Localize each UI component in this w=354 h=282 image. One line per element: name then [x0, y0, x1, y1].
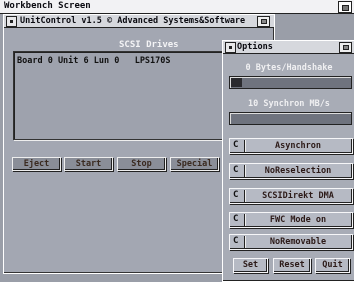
list-item[interactable]: Board 0 Unit 6 Lun 0 LPS170S: [17, 56, 171, 66]
window-title-bar[interactable]: UnitControl v1.5 © Advanced Systems&Soft…: [4, 15, 274, 28]
close-icon[interactable]: [6, 16, 17, 27]
handshake-slider-knob[interactable]: [231, 78, 242, 87]
reset-button[interactable]: Reset: [273, 258, 311, 273]
handshake-label: 0 Bytes/Handshake: [245, 63, 333, 73]
set-button[interactable]: Set: [233, 258, 268, 273]
cycle-label: FWC Mode on: [269, 215, 327, 225]
options-window: Options 0 Bytes/Handshake 10 Synchron MB…: [222, 40, 354, 282]
synchron-label: 10 Synchron MB/s: [248, 99, 330, 109]
cycle-icon: C: [233, 214, 239, 224]
options-depth-gadget-icon[interactable]: [339, 42, 352, 53]
screen-title-bar[interactable]: Workbench Screen: [0, 0, 354, 14]
cycle-label: Asynchron: [274, 141, 322, 151]
eject-button[interactable]: Eject: [12, 157, 61, 171]
synchron-slider[interactable]: [229, 112, 352, 125]
screen-depth-gadget-icon[interactable]: [338, 1, 352, 13]
screen-title: Workbench Screen: [4, 1, 91, 11]
handshake-slider[interactable]: [229, 76, 352, 89]
cycle-label: NoReselection: [264, 166, 332, 176]
reselection-cycle-gadget[interactable]: C NoReselection: [229, 163, 353, 179]
cycle-icon: C: [233, 165, 239, 175]
cycle-icon: C: [233, 190, 239, 200]
stop-button[interactable]: Stop: [117, 157, 166, 171]
cycle-icon: C: [233, 236, 239, 246]
removable-cycle-gadget[interactable]: C NoRemovable: [229, 234, 353, 250]
cycle-label: NoRemovable: [269, 237, 327, 247]
quit-button[interactable]: Quit: [315, 258, 350, 273]
start-button[interactable]: Start: [64, 157, 113, 171]
cycle-icon: C: [233, 140, 239, 150]
async-cycle-gadget[interactable]: C Asynchron: [229, 138, 353, 154]
dma-cycle-gadget[interactable]: C SCSIDirekt DMA: [229, 188, 353, 204]
cycle-label: SCSIDirekt DMA: [262, 191, 334, 201]
options-title-bar[interactable]: Options: [223, 41, 354, 54]
fwc-cycle-gadget[interactable]: C FWC Mode on: [229, 212, 353, 228]
options-title: Options: [237, 42, 273, 52]
window-title: UnitControl v1.5 © Advanced Systems&Soft…: [20, 16, 246, 26]
depth-gadget-icon[interactable]: [257, 16, 270, 27]
options-close-icon[interactable]: [225, 42, 236, 53]
special-button[interactable]: Special: [170, 157, 219, 171]
drives-label: SCSI Drives: [119, 40, 179, 50]
